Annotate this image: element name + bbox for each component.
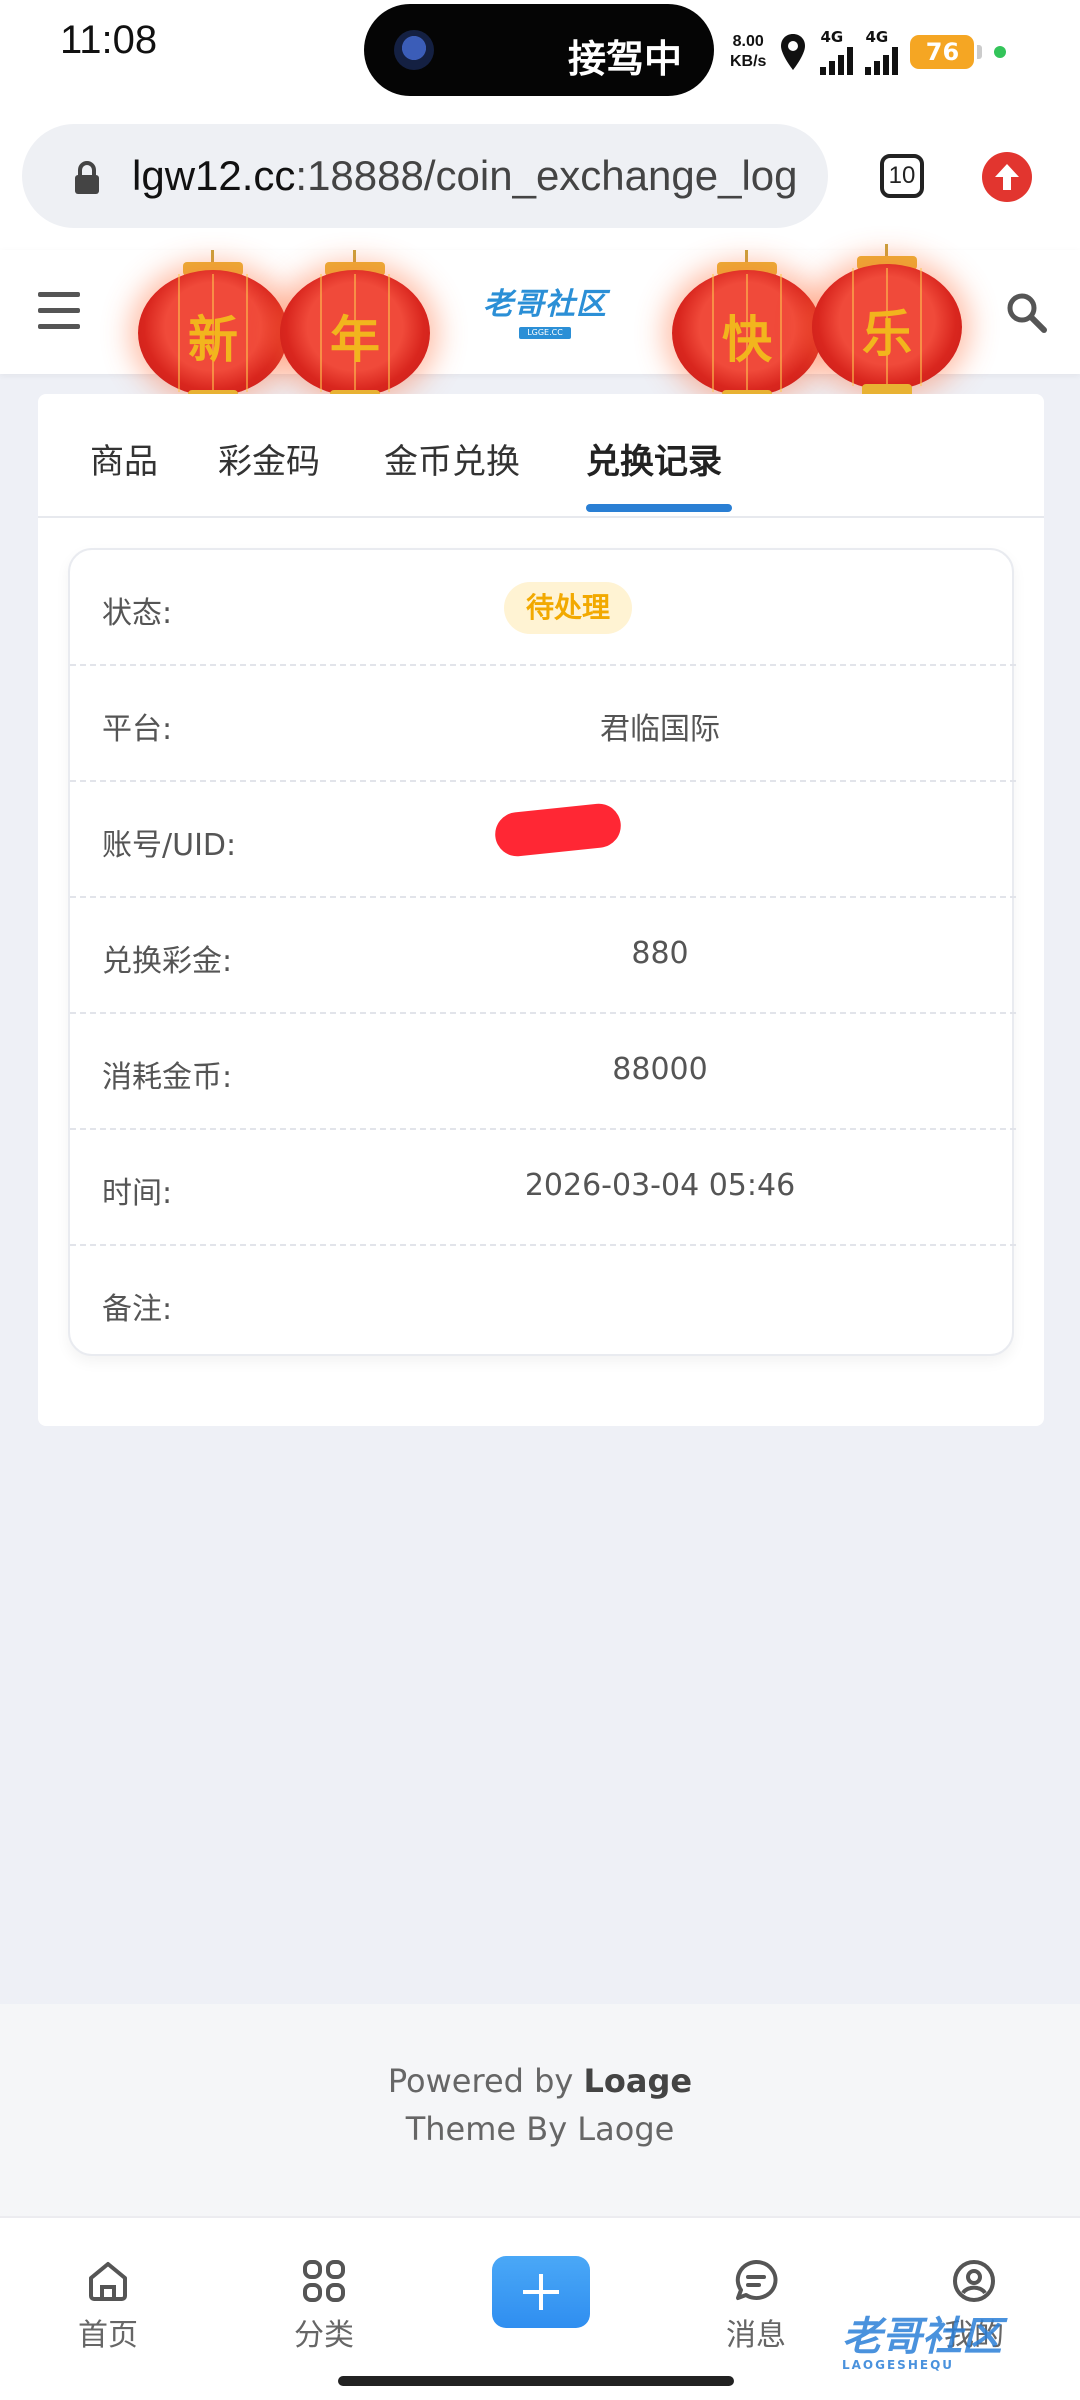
watermark-subtext: LAOGESHEQU	[842, 2358, 955, 2372]
record-row-platform: 平台: 君临国际	[70, 666, 1016, 782]
platform-label: 平台:	[102, 712, 173, 747]
lantern-char: 新	[188, 311, 238, 369]
status-icons: 8.00 KB/s 4G 4G 76	[730, 22, 1007, 82]
status-label: 状态:	[102, 596, 173, 631]
net-speed-unit: KB/s	[730, 53, 767, 70]
powered-brand-link[interactable]: Loage	[584, 2062, 693, 2100]
status-bar: 11:08 接驾中 8.00 KB/s 4G 4G 76	[0, 0, 1080, 100]
signal-sim2: 4G	[865, 28, 899, 75]
site-header: 新 年 老哥社区 LGGE.CC 快 乐	[0, 244, 1080, 451]
active-tab-indicator	[586, 504, 732, 512]
sim1-label: 4G	[820, 28, 844, 46]
nav-messages[interactable]: 消息	[696, 2258, 816, 2354]
arrow-up-icon	[995, 164, 1019, 190]
user-circle-icon	[953, 2260, 995, 2302]
chat-bubble-icon	[735, 2259, 778, 2300]
account-label: 账号/UID:	[102, 828, 237, 863]
record-row-coins: 消耗金币: 88000	[70, 1014, 1016, 1130]
powered-by-text: Powered by Loage	[0, 2062, 1080, 2100]
tab-coin-exchange[interactable]: 金币兑换	[384, 434, 520, 483]
nav-category-label: 分类	[294, 2318, 354, 2353]
home-icon	[89, 2262, 127, 2301]
lantern-char: 快	[722, 311, 772, 369]
nav-category[interactable]: 分类	[264, 2258, 384, 2354]
app-icon	[394, 30, 434, 70]
platform-value: 君临国际	[600, 712, 720, 747]
tab-products[interactable]: 商品	[90, 434, 158, 483]
sim2-label: 4G	[865, 28, 889, 46]
record-row-status: 状态: 待处理	[70, 550, 1016, 666]
amount-value: 880	[631, 936, 689, 971]
page-footer: Powered by Loage Theme By Laoge	[0, 2004, 1080, 2216]
grid-icon	[303, 2260, 345, 2302]
amount-label: 兑换彩金:	[102, 944, 233, 979]
record-row-time: 时间: 2026-03-04 05:46	[70, 1130, 1016, 1246]
browser-toolbar: lgw12.cc:18888/coin_exchange_log 10	[0, 100, 1080, 250]
location-icon	[781, 34, 806, 70]
gesture-home-bar[interactable]	[338, 2376, 734, 2386]
net-speed: 8.00 KB/s	[730, 32, 766, 72]
watermark-text: 老哥社区	[842, 2314, 1002, 2360]
lantern-char: 乐	[862, 305, 912, 363]
privacy-dot-icon	[994, 46, 1007, 58]
url-text[interactable]: lgw12.cc:18888/coin_exchange_log	[132, 152, 822, 200]
tab-exchange-log[interactable]: 兑换记录	[586, 434, 722, 483]
signal-sim1: 4G	[820, 28, 854, 75]
nav-home-label: 首页	[78, 2318, 138, 2353]
main-card: 商品 彩金码 金币兑换 兑换记录 状态: 待处理 平台: 君临国际 账号/UID…	[38, 394, 1044, 1426]
tab-switcher-button[interactable]: 10	[880, 154, 924, 198]
nav-home[interactable]: 首页	[48, 2258, 168, 2354]
status-time: 11:08	[60, 18, 158, 62]
theme-credit: Theme By Laoge	[405, 2110, 675, 2148]
site-watermark: 老哥社区 LAOGESHEQU	[842, 2304, 1062, 2374]
url-host: lgw12.cc	[132, 152, 296, 199]
signal-bars-icon	[820, 45, 854, 75]
address-bar[interactable]: lgw12.cc:18888/coin_exchange_log	[22, 124, 828, 228]
record-row-account: 账号/UID:	[70, 782, 1016, 898]
coins-value: 88000	[612, 1052, 708, 1087]
lantern-char: 年	[330, 311, 380, 369]
powered-prefix: Powered by	[387, 2062, 584, 2100]
time-label: 时间:	[102, 1176, 173, 1211]
create-post-button[interactable]	[492, 2256, 590, 2328]
net-speed-value: 8.00	[732, 33, 764, 50]
record-row-amount: 兑换彩金: 880	[70, 898, 1016, 1014]
site-logo[interactable]: 老哥社区 LGGE.CC	[478, 287, 612, 339]
note-label: 备注:	[102, 1292, 173, 1327]
logo-text: 老哥社区	[483, 287, 607, 322]
lock-icon	[75, 161, 99, 194]
tab-bonus-code[interactable]: 彩金码	[218, 434, 320, 483]
record-row-note: 备注:	[70, 1246, 1016, 1362]
redaction-mark	[493, 801, 623, 859]
upload-button[interactable]	[982, 152, 1032, 202]
dynamic-island[interactable]: 接驾中	[364, 4, 714, 96]
coins-label: 消耗金币:	[102, 1060, 233, 1095]
island-text: 接驾中	[568, 37, 683, 81]
exchange-record-card: 状态: 待处理 平台: 君临国际 账号/UID: 兑换彩金: 880 消耗金币:…	[68, 548, 1016, 1356]
time-value: 2026-03-04 05:46	[524, 1168, 796, 1203]
signal-bars-icon	[865, 45, 899, 75]
tab-bar: 商品 彩金码 金币兑换 兑换记录	[38, 394, 1044, 518]
nav-messages-label: 消息	[726, 2318, 786, 2353]
battery-icon: 76	[910, 35, 983, 69]
logo-subtext: LGGE.CC	[519, 327, 571, 339]
bottom-navigation: 首页 分类 消息 我的 老哥社区 LAOGESHEQU	[0, 2216, 1080, 2400]
search-icon[interactable]	[1004, 290, 1048, 334]
status-badge: 待处理	[503, 582, 633, 634]
hamburger-menu-icon[interactable]	[38, 292, 80, 330]
url-path: :18888/coin_exchange_log	[295, 152, 798, 199]
